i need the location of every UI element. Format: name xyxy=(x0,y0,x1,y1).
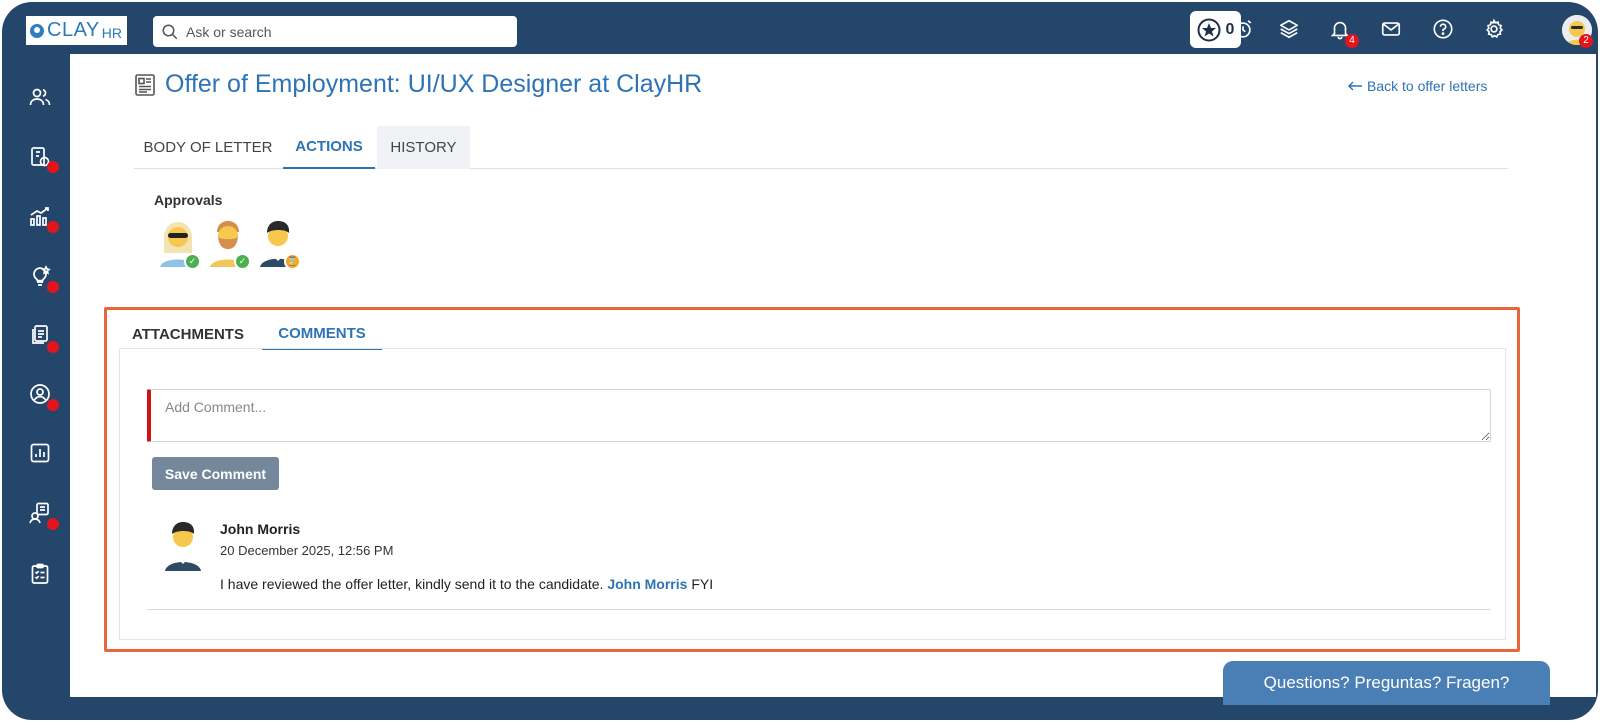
layers-icon[interactable] xyxy=(1278,18,1300,40)
comment-author: John Morris xyxy=(220,521,301,537)
search-icon xyxy=(162,24,178,39)
clayhr-logo[interactable]: CLAY HR xyxy=(26,16,127,45)
payroll-alert-dot xyxy=(47,161,59,173)
letter-tabs: BODY OF LETTER ACTIONS HISTORY xyxy=(134,124,1508,169)
search-input[interactable] xyxy=(186,23,506,40)
help-chat-widget[interactable]: Questions? Preguntas? Fragen? xyxy=(1223,661,1550,705)
comment-divider xyxy=(147,609,1491,610)
add-comment-textarea[interactable] xyxy=(147,389,1491,442)
people-icon[interactable] xyxy=(28,85,52,109)
logo-mark-icon xyxy=(30,23,44,38)
page-title-text: Offer of Employment: UI/UX Designer at C… xyxy=(165,70,703,98)
help-icon[interactable] xyxy=(1432,18,1454,40)
documents-alert-dot xyxy=(47,341,59,353)
star-icon xyxy=(1197,18,1221,41)
top-bar: CLAY HR 0 4 xyxy=(2,2,1598,54)
approved-thumbs-up-icon: ✓ xyxy=(234,253,251,270)
reports-chart-icon[interactable] xyxy=(28,441,52,465)
user-alert-dot xyxy=(47,399,59,411)
profile-count-badge: 2 xyxy=(1579,34,1593,48)
tab-history[interactable]: HISTORY xyxy=(377,126,470,169)
comment-timestamp: 20 December 2025, 12:56 PM xyxy=(220,543,394,558)
arrow-left-icon xyxy=(1348,81,1362,91)
checklist-icon[interactable] xyxy=(28,562,52,586)
approvals-label: Approvals xyxy=(154,192,223,208)
tab-comments[interactable]: COMMENTS xyxy=(262,318,382,350)
app-frame: CLAY HR 0 4 xyxy=(2,2,1598,720)
document-icon xyxy=(135,73,155,96)
approved-thumbs-up-icon: ✓ xyxy=(184,253,201,270)
save-comment-button[interactable]: Save Comment xyxy=(152,457,279,490)
comment-author-avatar xyxy=(163,519,203,571)
pending-hourglass-icon: ⌛ xyxy=(284,253,301,270)
lightbulb-alert-dot xyxy=(47,281,59,293)
tab-attachments[interactable]: ATTACHMENTS xyxy=(119,318,257,350)
comments-panel: ATTACHMENTS COMMENTS Save Comment John M… xyxy=(104,307,1520,652)
logo-subtext: HR xyxy=(101,24,122,41)
comment-mention-link[interactable]: John Morris xyxy=(607,576,687,592)
analytics-alert-dot xyxy=(47,221,59,233)
logo-text: CLAY xyxy=(47,19,100,41)
mail-icon[interactable] xyxy=(1380,18,1402,40)
comment-text: I have reviewed the offer letter, kindly… xyxy=(220,576,713,592)
search-bar[interactable] xyxy=(153,16,517,47)
back-to-offer-letters-link[interactable]: Back to offer letters xyxy=(1347,78,1487,94)
gear-icon[interactable] xyxy=(1483,18,1505,40)
comment-body: I have reviewed the offer letter, kindly… xyxy=(220,576,604,592)
back-link-label: Back to offer letters xyxy=(1367,78,1488,94)
main-content: Offer of Employment: UI/UX Designer at C… xyxy=(70,54,1596,697)
onboarding-alert-dot xyxy=(47,518,59,530)
comment-suffix: FYI xyxy=(691,576,714,592)
notifications-count-badge: 4 xyxy=(1345,34,1359,48)
tab-body-of-letter[interactable]: BODY OF LETTER xyxy=(134,126,282,169)
tab-actions[interactable]: ACTIONS xyxy=(283,126,375,169)
comments-section: Save Comment John Morris 20 December 202… xyxy=(119,348,1506,640)
alarm-clock-icon[interactable] xyxy=(1232,18,1254,40)
page-title: Offer of Employment: UI/UX Designer at C… xyxy=(134,70,702,99)
